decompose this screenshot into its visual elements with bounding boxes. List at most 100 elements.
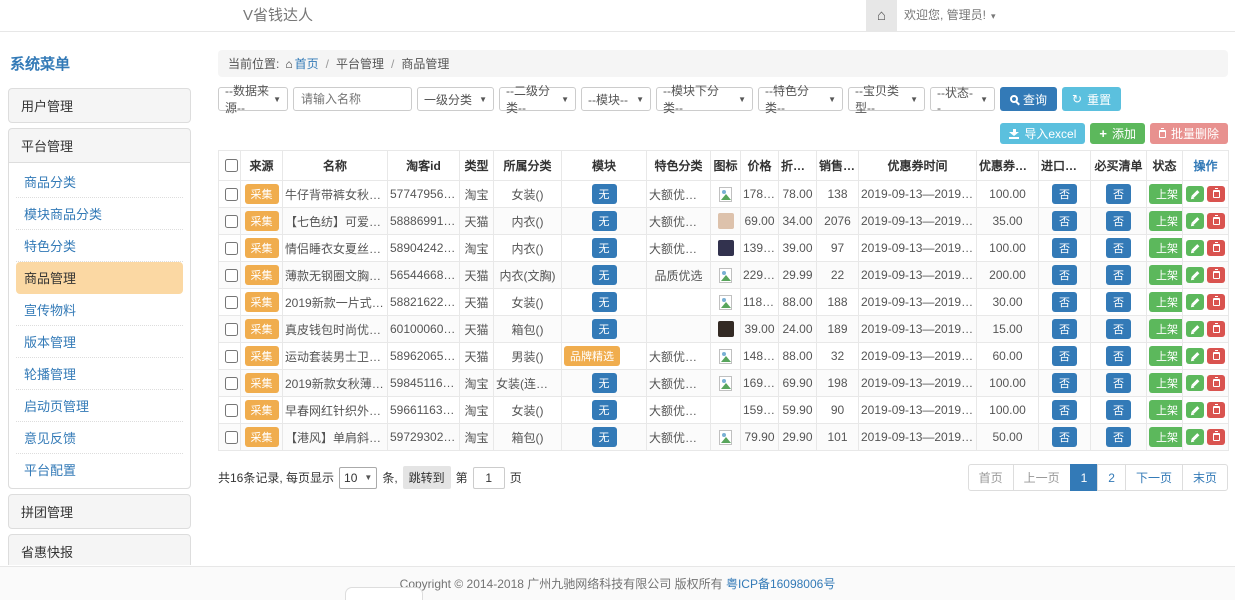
import-excel-button[interactable]: 导入excel	[1000, 123, 1085, 144]
must-buy-badge[interactable]: 否	[1106, 346, 1131, 366]
row-checkbox[interactable]	[225, 323, 238, 336]
must-buy-badge[interactable]: 否	[1106, 184, 1131, 204]
row-checkbox[interactable]	[225, 431, 238, 444]
sidebar-item-1-3[interactable]: 商品管理	[16, 262, 183, 294]
home-button[interactable]: ⌂	[866, 0, 897, 31]
status-button[interactable]: 上架	[1149, 319, 1183, 339]
sidebar-item-1-2[interactable]: 特色分类	[16, 230, 183, 262]
module-badge[interactable]: 无	[592, 292, 617, 312]
add-button[interactable]: + 添加	[1090, 123, 1145, 144]
sidebar-item-1-8[interactable]: 意见反馈	[16, 422, 183, 454]
row-checkbox[interactable]	[225, 242, 238, 255]
status-button[interactable]: 上架	[1149, 211, 1183, 231]
filter-select-category-level1[interactable]: 一级分类▼	[417, 87, 494, 111]
filter-select-category-level2[interactable]: --二级分类--▼	[499, 87, 576, 111]
sidebar-section-header[interactable]: 拼团管理	[9, 495, 190, 528]
edit-button[interactable]	[1186, 402, 1204, 418]
import-select-badge[interactable]: 否	[1052, 238, 1077, 258]
edit-button[interactable]	[1186, 375, 1204, 391]
page-button-下一页[interactable]: 下一页	[1125, 464, 1183, 491]
page-button-上一页[interactable]: 上一页	[1013, 464, 1071, 491]
edit-button[interactable]	[1186, 186, 1204, 202]
module-badge[interactable]: 无	[592, 319, 617, 339]
status-button[interactable]: 上架	[1149, 400, 1183, 420]
sidebar-item-1-1[interactable]: 模块商品分类	[16, 198, 183, 230]
delete-button[interactable]	[1207, 348, 1225, 364]
import-select-badge[interactable]: 否	[1052, 319, 1077, 339]
sidebar-item-1-9[interactable]: 平台配置	[16, 454, 183, 485]
edit-button[interactable]	[1186, 321, 1204, 337]
icp-link[interactable]: 粤ICP备16098006号	[726, 575, 835, 592]
header-checkbox[interactable]	[225, 159, 238, 172]
must-buy-badge[interactable]: 否	[1106, 265, 1131, 285]
must-buy-badge[interactable]: 否	[1106, 238, 1131, 258]
reset-button[interactable]: ↻重置	[1062, 87, 1121, 111]
must-buy-badge[interactable]: 否	[1106, 427, 1131, 447]
module-badge[interactable]: 无	[592, 211, 617, 231]
filter-select-module-subcategory[interactable]: --模块下分类--▼	[656, 87, 753, 111]
status-button[interactable]: 上架	[1149, 292, 1183, 312]
module-badge[interactable]: 无	[592, 427, 617, 447]
delete-button[interactable]	[1207, 294, 1225, 310]
delete-button[interactable]	[1207, 213, 1225, 229]
edit-button[interactable]	[1186, 267, 1204, 283]
edit-button[interactable]	[1186, 240, 1204, 256]
filter-select-feature-category[interactable]: --特色分类--▼	[758, 87, 843, 111]
delete-button[interactable]	[1207, 186, 1225, 202]
page-button-末页[interactable]: 末页	[1182, 464, 1228, 491]
sidebar-item-1-6[interactable]: 轮播管理	[16, 358, 183, 390]
import-select-badge[interactable]: 否	[1052, 184, 1077, 204]
sidebar-item-1-7[interactable]: 启动页管理	[16, 390, 183, 422]
must-buy-badge[interactable]: 否	[1106, 292, 1131, 312]
per-page-select[interactable]: 10 ▼	[339, 467, 377, 489]
edit-button[interactable]	[1186, 429, 1204, 445]
sidebar-section-header[interactable]: 用户管理	[9, 89, 190, 122]
row-checkbox[interactable]	[225, 377, 238, 390]
import-select-badge[interactable]: 否	[1052, 292, 1077, 312]
status-button[interactable]: 上架	[1149, 346, 1183, 366]
sidebar-item-1-4[interactable]: 宣传物料	[16, 294, 183, 326]
module-badge[interactable]: 无	[592, 238, 617, 258]
filter-select-module[interactable]: --模块--▼	[581, 87, 651, 111]
must-buy-badge[interactable]: 否	[1106, 400, 1131, 420]
import-select-badge[interactable]: 否	[1052, 400, 1077, 420]
import-select-badge[interactable]: 否	[1052, 373, 1077, 393]
module-badge[interactable]: 无	[592, 184, 617, 204]
status-button[interactable]: 上架	[1149, 427, 1183, 447]
status-button[interactable]: 上架	[1149, 373, 1183, 393]
module-badge[interactable]: 品牌精选	[564, 346, 620, 366]
filter-select-status[interactable]: --状态--▼	[930, 87, 995, 111]
delete-button[interactable]	[1207, 402, 1225, 418]
row-checkbox[interactable]	[225, 350, 238, 363]
welcome-dropdown[interactable]: 欢迎您, 管理员!▾	[904, 0, 996, 32]
row-checkbox[interactable]	[225, 269, 238, 282]
search-button[interactable]: 查询	[1000, 87, 1057, 111]
row-checkbox[interactable]	[225, 404, 238, 417]
row-checkbox[interactable]	[225, 188, 238, 201]
row-checkbox[interactable]	[225, 296, 238, 309]
delete-button[interactable]	[1207, 240, 1225, 256]
status-button[interactable]: 上架	[1149, 184, 1183, 204]
sidebar-section-header[interactable]: 平台管理	[9, 129, 190, 162]
delete-button[interactable]	[1207, 375, 1225, 391]
must-buy-badge[interactable]: 否	[1106, 373, 1131, 393]
name-search-input[interactable]	[293, 87, 412, 111]
delete-button[interactable]	[1207, 267, 1225, 283]
page-button-首页[interactable]: 首页	[968, 464, 1014, 491]
edit-button[interactable]	[1186, 348, 1204, 364]
status-button[interactable]: 上架	[1149, 265, 1183, 285]
edit-button[interactable]	[1186, 294, 1204, 310]
page-button-2[interactable]: 2	[1097, 464, 1126, 491]
import-select-badge[interactable]: 否	[1052, 346, 1077, 366]
filter-select-item-type[interactable]: --宝贝类型--▼	[848, 87, 925, 111]
sidebar-item-1-5[interactable]: 版本管理	[16, 326, 183, 358]
edit-button[interactable]	[1186, 213, 1204, 229]
page-button-1[interactable]: 1	[1070, 464, 1099, 491]
import-select-badge[interactable]: 否	[1052, 265, 1077, 285]
batch-delete-button[interactable]: 批量删除	[1150, 123, 1228, 144]
delete-button[interactable]	[1207, 429, 1225, 445]
module-badge[interactable]: 无	[592, 373, 617, 393]
import-select-badge[interactable]: 否	[1052, 427, 1077, 447]
jump-button[interactable]: 跳转到	[403, 466, 451, 489]
sidebar-section-header[interactable]: 省惠快报	[9, 535, 190, 565]
